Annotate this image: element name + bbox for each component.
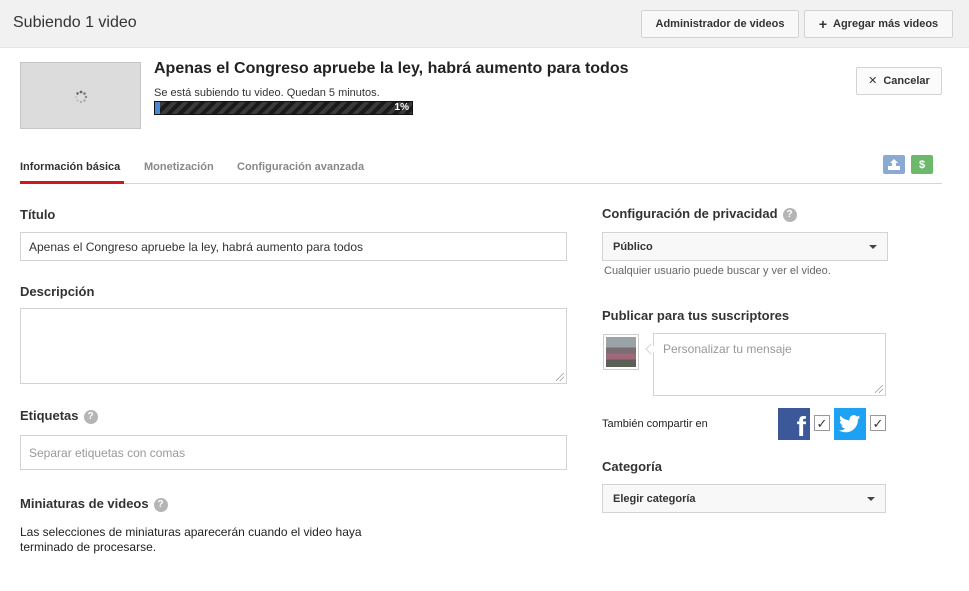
avatar-image (606, 337, 636, 367)
facebook-glyph: f (796, 411, 806, 441)
privacy-note: Cualquier usuario puede buscar y ver el … (604, 265, 831, 277)
subscriber-message-textarea[interactable]: Personalizar tu mensaje (653, 333, 886, 396)
facebook-share-checkbox[interactable]: ✓ (814, 415, 830, 431)
title-input[interactable]: Apenas el Congreso apruebe la ley, habrá… (20, 232, 567, 261)
tab-advanced-settings[interactable]: Configuración avanzada (237, 161, 364, 173)
cancel-label: Cancelar (883, 75, 930, 87)
thumbnails-note: Las selecciones de miniaturas aparecerán… (20, 525, 362, 554)
top-bar: Subiendo 1 video Administrador de videos… (0, 0, 969, 48)
description-label: Descripción (20, 284, 95, 299)
tags-label: Etiquetas? (20, 408, 98, 424)
help-icon[interactable]: ? (83, 410, 98, 424)
thumbnails-label: Miniaturas de videos? (20, 496, 168, 512)
privacy-label-text: Configuración de privacidad (602, 206, 778, 221)
thumbnails-label-text: Miniaturas de videos (20, 496, 149, 511)
chevron-down-icon (869, 244, 877, 249)
cancel-button[interactable]: ✕ Cancelar (856, 67, 942, 95)
twitter-bird-glyph (839, 415, 861, 433)
tab-bar: Información básica Monetización Configur… (20, 155, 942, 184)
video-thumbnail (20, 62, 141, 129)
upload-progress-bar: 1% (154, 101, 413, 115)
facebook-icon[interactable]: f (778, 408, 810, 440)
add-more-videos-label: Agregar más videos (833, 18, 939, 30)
resize-handle-icon[interactable] (556, 373, 564, 381)
share-also-label: También compartir en (602, 418, 708, 430)
tab-monetization[interactable]: Monetización (144, 161, 214, 173)
help-icon[interactable]: ? (153, 498, 168, 512)
category-select[interactable]: Elegir categoría (602, 484, 886, 513)
help-icon[interactable]: ? (782, 208, 797, 222)
plus-icon: + (818, 16, 828, 32)
video-manager-label: Administrador de videos (655, 18, 785, 30)
twitter-icon[interactable] (834, 408, 866, 440)
upload-icon[interactable] (883, 155, 905, 174)
chevron-down-icon (867, 496, 875, 501)
twitter-share-checkbox[interactable]: ✓ (870, 415, 886, 431)
dollar-icon[interactable]: $ (911, 155, 933, 174)
description-textarea[interactable] (20, 308, 567, 384)
category-selected-value: Elegir categoría (613, 492, 696, 505)
page-title: Subiendo 1 video (13, 14, 137, 31)
progress-percent: 1% (394, 102, 409, 113)
upload-glyph (888, 158, 900, 170)
progress-fill (155, 102, 161, 114)
avatar (603, 334, 639, 370)
publish-label: Publicar para tus suscriptores (602, 308, 790, 323)
title-label: Título (20, 207, 56, 222)
resize-handle-icon[interactable] (875, 385, 883, 393)
dollar-glyph: $ (918, 158, 926, 171)
privacy-select[interactable]: Público (602, 232, 888, 261)
tags-input[interactable]: Separar etiquetas con comas (20, 435, 567, 470)
subscriber-message-placeholder: Personalizar tu mensaje (663, 342, 792, 356)
privacy-selected-value: Público (613, 240, 653, 253)
add-more-videos-button[interactable]: + Agregar más videos (804, 10, 953, 38)
tab-basic-info[interactable]: Información básica (20, 161, 120, 173)
active-tab-indicator (20, 181, 124, 184)
video-title: Apenas el Congreso apruebe la ley, habrá… (154, 60, 629, 77)
upload-status-text: Se está subiendo tu video. Quedan 5 minu… (154, 87, 380, 99)
video-manager-button[interactable]: Administrador de videos (641, 10, 799, 38)
loading-spinner-icon (74, 90, 88, 104)
tags-label-text: Etiquetas (20, 408, 79, 423)
close-icon: ✕ (868, 74, 878, 87)
privacy-label: Configuración de privacidad? (602, 206, 797, 222)
category-label: Categoría (602, 459, 662, 474)
